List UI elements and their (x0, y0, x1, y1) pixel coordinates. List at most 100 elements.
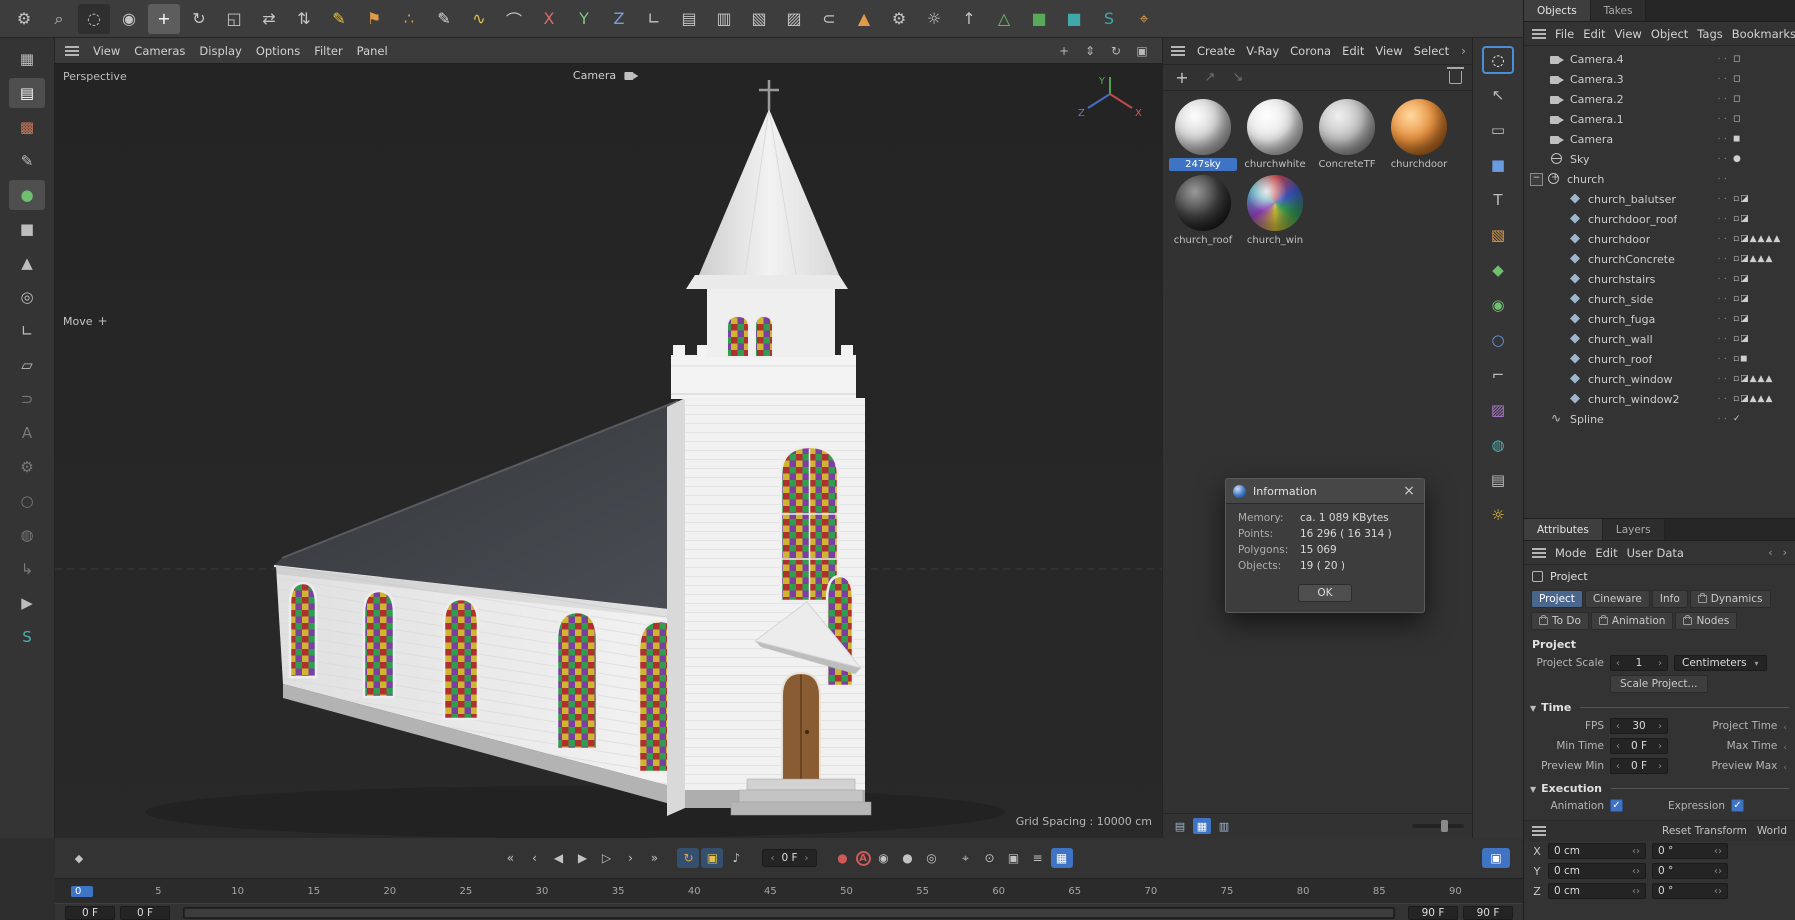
pan-view-icon[interactable]: + (1054, 42, 1074, 60)
modeling-settings-icon[interactable]: ⚙ (883, 4, 915, 34)
circle-icon[interactable]: ○ (9, 486, 45, 516)
object-row[interactable]: churchConcrete ▫◪▲▲▲ (1524, 249, 1795, 269)
attribute-tab[interactable]: Project (1531, 590, 1583, 608)
project-scale-unit-dropdown[interactable]: Centimeters (1674, 655, 1767, 671)
viewport-menu-icon[interactable] (65, 45, 79, 57)
thumbnail-size-slider[interactable] (1412, 820, 1464, 832)
visibility-dots[interactable] (1717, 254, 1727, 265)
dialog-titlebar[interactable]: Information (1226, 479, 1424, 504)
objects-menu-item[interactable]: Edit (1583, 27, 1605, 41)
autokey-button[interactable]: A (855, 850, 871, 866)
snap-magnet-icon[interactable]: ⊂ (813, 4, 845, 34)
zoom-tool[interactable]: ⌕ (43, 4, 75, 34)
object-row[interactable]: Camera.3 ◻ (1524, 69, 1795, 89)
value-field[interactable]: 0 F (1610, 738, 1668, 754)
range-scrollbar[interactable] (183, 906, 1395, 919)
object-tags[interactable]: ◼ (1733, 134, 1791, 144)
attribute-tab[interactable]: Dynamics (1689, 590, 1771, 608)
visibility-dots[interactable] (1717, 334, 1727, 345)
range-start-field-2[interactable]: 0 F (120, 905, 170, 920)
expander-icon[interactable]: − (1530, 172, 1543, 186)
attribute-tab[interactable]: Info (1651, 590, 1688, 608)
object-row[interactable]: church_fuga ▫◪ (1524, 309, 1795, 329)
live-selection-icon[interactable]: ◌ (1482, 46, 1514, 74)
next-frame-button[interactable]: ▷ (595, 848, 617, 868)
add-material-button[interactable] (1173, 69, 1191, 87)
object-row[interactable]: church_balutser ▫◪ (1524, 189, 1795, 209)
goto-start-button[interactable]: « (499, 848, 521, 868)
object-tags[interactable]: ▫◪ (1733, 314, 1791, 324)
world-dropdown[interactable]: World (1757, 825, 1787, 837)
material-item[interactable]: church_roof (1169, 175, 1237, 247)
history-back-icon[interactable] (1768, 546, 1772, 559)
attributes-menu-item[interactable]: Edit (1595, 546, 1617, 560)
spline-smooth-tool[interactable]: ∿ (463, 4, 495, 34)
active-camera-label[interactable]: Camera (573, 69, 644, 82)
object-row[interactable]: churchdoor ▫◪▲▲▲▲ (1524, 229, 1795, 249)
visibility-dots[interactable] (1717, 74, 1727, 85)
minimal-mode-button[interactable]: ▦ (1050, 848, 1073, 868)
sketch-tool[interactable]: ✎ (428, 4, 460, 34)
object-tags[interactable]: ▫◪▲▲▲ (1733, 394, 1791, 404)
attributes-menu-item[interactable]: Mode (1555, 546, 1586, 560)
object-row[interactable]: churchdoor_roof ▫◪ (1524, 209, 1795, 229)
attribute-tab[interactable]: Nodes (1675, 612, 1738, 630)
objects-menu-item[interactable]: Bookmarks (1732, 27, 1795, 41)
tab-takes[interactable]: Takes (1590, 0, 1647, 21)
render-region-icon[interactable]: ▩ (9, 112, 45, 142)
object-tags[interactable]: ▫◪ (1733, 214, 1791, 224)
goto-end-button[interactable]: » (643, 848, 665, 868)
prev-key-button[interactable]: ‹ (523, 848, 545, 868)
materials-menu-item[interactable]: Select (1414, 44, 1449, 58)
tab-attributes[interactable]: Attributes (1524, 519, 1603, 540)
tab-objects[interactable]: Objects (1524, 0, 1591, 21)
object-row[interactable]: church_window2 ▫◪▲▲▲ (1524, 389, 1795, 409)
attribute-tab[interactable]: Animation (1590, 612, 1674, 630)
animation-checkbox[interactable] (1610, 799, 1623, 812)
timeline-ruler[interactable]: 0 5 10 15 20 25 30 35 40 45 50 55 60 65 70 75 80 85 90 (55, 878, 1523, 904)
modeling-gear-icon[interactable]: ⚙ (9, 452, 45, 482)
materials-menu-item[interactable]: View (1375, 44, 1402, 58)
ring-mode-icon[interactable]: ◎ (9, 282, 45, 312)
options-button[interactable]: ≡ (1027, 848, 1049, 868)
current-frame-field[interactable]: 0 F (762, 849, 817, 867)
list-view-icon[interactable]: ▤ (1171, 818, 1189, 834)
scale-project-button[interactable]: Scale Project... (1610, 675, 1708, 693)
menu-overflow-arrow[interactable] (1461, 44, 1466, 58)
play-button[interactable]: ▶ (571, 848, 593, 868)
object-row[interactable]: Camera.1 ◻ (1524, 109, 1795, 129)
key-rotation-button[interactable]: ◎ (921, 848, 943, 868)
material-item[interactable]: ConcreteTF (1313, 99, 1381, 171)
object-tags[interactable]: ▫◪ (1733, 294, 1791, 304)
volume-mesh-icon[interactable]: ■ (1023, 4, 1055, 34)
move-tool[interactable]: + (148, 3, 180, 34)
material-item[interactable]: churchdoor (1385, 99, 1453, 171)
highlight-icon[interactable]: ☼ (918, 4, 950, 34)
objects-menu-item[interactable]: View (1615, 27, 1642, 41)
object-tags[interactable]: ◻ (1733, 94, 1791, 104)
object-mode-icon[interactable]: ■ (9, 214, 45, 244)
viewport-menu-item[interactable]: Panel (357, 44, 388, 58)
ok-button[interactable]: OK (1298, 584, 1352, 602)
materials-menu-item[interactable]: Edit (1342, 44, 1364, 58)
object-tags[interactable]: ◻ (1733, 74, 1791, 84)
reset-transform-button[interactable]: Reset Transform (1662, 825, 1747, 837)
history-forward-icon[interactable] (1783, 546, 1787, 559)
falloff-icon[interactable]: ▲ (848, 4, 880, 34)
attribute-tab[interactable]: To Do (1531, 612, 1589, 630)
material-item[interactable]: 247sky (1169, 99, 1237, 171)
key-position-button[interactable]: ● (897, 848, 919, 868)
object-tags[interactable]: ◻ (1733, 114, 1791, 124)
section-time[interactable]: Time (1530, 701, 1789, 714)
viewport-menu-item[interactable]: Cameras (134, 44, 185, 58)
visibility-dots[interactable] (1717, 94, 1727, 105)
visibility-dots[interactable] (1717, 354, 1727, 365)
generator-icon[interactable]: ◉ (1482, 291, 1514, 319)
viewport[interactable]: Perspective Camera Move + Y Z X Grid Spac… (55, 64, 1162, 838)
visibility-dots[interactable] (1717, 134, 1727, 145)
detail-view-icon[interactable]: ▥ (1215, 818, 1233, 834)
trash-icon[interactable] (1447, 67, 1464, 84)
dolly-view-icon[interactable]: ⇕ (1080, 42, 1100, 60)
materials-menu-item[interactable]: Corona (1290, 44, 1331, 58)
visibility-dots[interactable] (1717, 314, 1727, 325)
